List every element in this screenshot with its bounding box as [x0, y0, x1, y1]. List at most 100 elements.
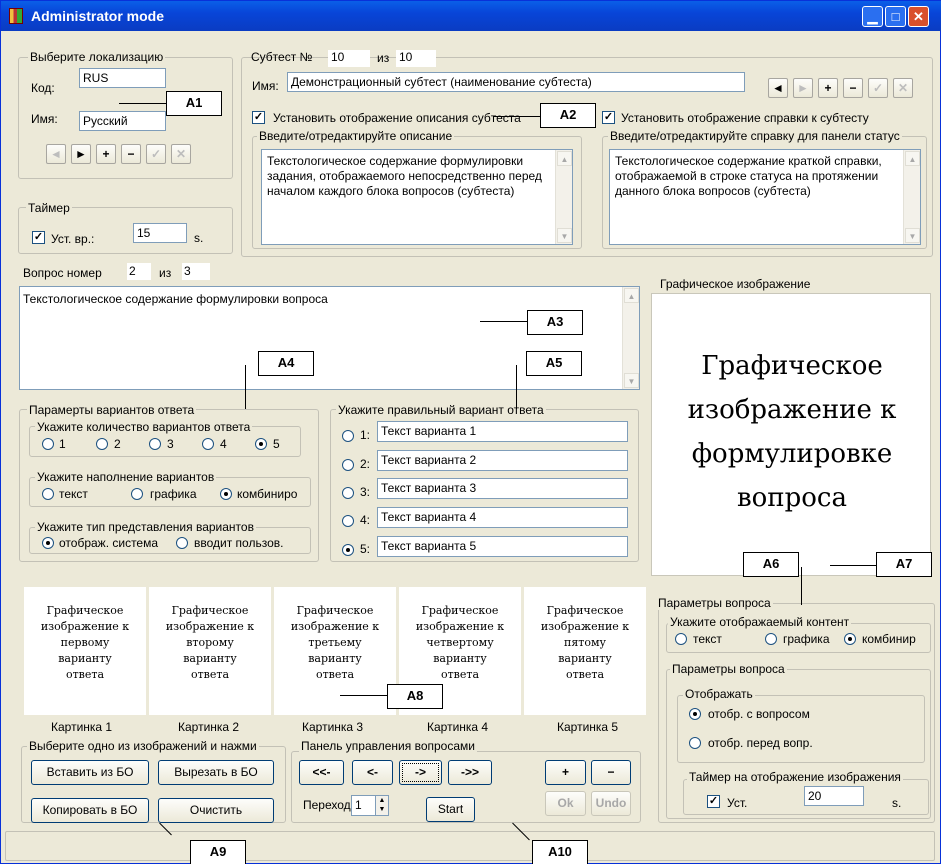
answer-image-line: варианту: [308, 652, 362, 665]
answer-input-3[interactable]: Текст варианта 3: [377, 478, 628, 499]
minimize-button[interactable]: ▁: [862, 6, 883, 27]
correct-num-4: 4:: [360, 513, 371, 527]
goto-spinner[interactable]: ▲ ▼: [375, 796, 388, 815]
maximize-button[interactable]: □: [885, 6, 906, 27]
clear-button[interactable]: Очистить: [158, 798, 274, 823]
correct-radio-1[interactable]: [342, 430, 354, 442]
help-textarea[interactable]: Текстологическое содержание краткой спра…: [609, 149, 921, 245]
question-number-input[interactable]: 2: [127, 263, 151, 280]
timer-checkbox[interactable]: ✓: [32, 231, 45, 244]
graphic-line: вопроса: [737, 483, 847, 513]
correct-radio-2[interactable]: [342, 459, 354, 471]
answer-image-2[interactable]: Графическое изображение к второму вариан…: [149, 587, 271, 715]
callout-a4: A4: [258, 351, 314, 376]
answer-input-2[interactable]: Текст варианта 2: [377, 450, 628, 471]
loc-ok-button[interactable]: ✓: [146, 144, 166, 164]
subtest-prev-button[interactable]: ◄: [768, 78, 788, 98]
first-question-button[interactable]: <<-: [299, 760, 344, 785]
fill-graphics-radio[interactable]: [131, 488, 143, 500]
subtest-next-button[interactable]: ►: [793, 78, 813, 98]
undo-button[interactable]: Undo: [591, 791, 631, 816]
with-question-radio[interactable]: [689, 708, 701, 720]
count-radio-2[interactable]: [96, 438, 108, 450]
prev-question-button[interactable]: <-: [352, 760, 393, 785]
type-user-label: вводит пользов.: [194, 536, 284, 550]
answer-image-line: изображение к: [165, 620, 255, 633]
img-timer-checkbox[interactable]: ✓: [707, 795, 720, 808]
subtest-remove-button[interactable]: −: [843, 78, 863, 98]
name-input[interactable]: Русский: [79, 111, 166, 131]
close-button[interactable]: ✕: [908, 6, 929, 27]
type-system-radio[interactable]: [42, 537, 54, 549]
answer-input-1[interactable]: Текст варианта 1: [377, 421, 628, 442]
copy-button[interactable]: Копировать в БО: [31, 798, 149, 823]
img-timer-input[interactable]: 20: [804, 786, 864, 806]
add-question-button[interactable]: +: [545, 760, 586, 785]
help-scrollbar[interactable]: ▲ ▼: [903, 150, 920, 244]
type-user-radio[interactable]: [176, 537, 188, 549]
count-radio-5[interactable]: [255, 438, 267, 450]
count-radio-4[interactable]: [202, 438, 214, 450]
answer-input-5[interactable]: Текст варианта 5: [377, 536, 628, 557]
count-radio-1[interactable]: [42, 438, 54, 450]
description-textarea[interactable]: Текстологическое содержание формулировки…: [261, 149, 573, 245]
question-graphic[interactable]: Графическое изображение к формулировке в…: [651, 293, 931, 576]
type-legend: Укажите тип представления вариантов: [35, 520, 256, 534]
subtest-ok-button[interactable]: ✓: [868, 78, 888, 98]
answer-image-line: изображение к: [290, 620, 380, 633]
question-params-legend: Параметры вопроса: [656, 596, 773, 610]
fill-text-label: текст: [59, 487, 88, 501]
remove-question-button[interactable]: −: [591, 760, 631, 785]
insert-button[interactable]: Вставить из БО: [31, 760, 149, 785]
loc-next-button[interactable]: ►: [71, 144, 91, 164]
type-system-label: отображ. система: [59, 536, 159, 550]
loc-prev-button[interactable]: ◄: [46, 144, 66, 164]
correct-num-2: 2:: [360, 457, 371, 471]
timer-input[interactable]: 15: [133, 223, 187, 243]
loc-remove-button[interactable]: −: [121, 144, 141, 164]
question-graphic-caption: Графическое изображение к формулировке в…: [652, 344, 932, 520]
content-graphics-radio[interactable]: [765, 633, 777, 645]
answer-image-line: варианту: [433, 652, 487, 665]
correct-radio-5[interactable]: [342, 544, 354, 556]
fill-text-radio[interactable]: [42, 488, 54, 500]
show-help-checkbox[interactable]: ✓: [602, 111, 615, 124]
answer-input-4[interactable]: Текст варианта 4: [377, 507, 628, 528]
subtest-add-button[interactable]: +: [818, 78, 838, 98]
show-description-checkbox[interactable]: ✓: [252, 111, 265, 124]
description-scrollbar[interactable]: ▲ ▼: [555, 150, 572, 244]
correct-radio-3[interactable]: [342, 487, 354, 499]
question-of-label: из: [159, 266, 172, 280]
subtest-legend: Субтест №: [249, 50, 314, 64]
subtest-cancel-button[interactable]: ✕: [893, 78, 913, 98]
next-question-button[interactable]: ->: [399, 760, 442, 785]
before-question-radio[interactable]: [689, 737, 701, 749]
correct-radio-4[interactable]: [342, 515, 354, 527]
answer-image-line: Графическое: [421, 604, 499, 617]
fill-graphics-label: графика: [150, 487, 197, 501]
content-text-radio[interactable]: [675, 633, 687, 645]
subtest-number-label: Субтест №: [251, 50, 313, 64]
loc-cancel-button[interactable]: ✕: [171, 144, 191, 164]
loc-add-button[interactable]: +: [96, 144, 116, 164]
cut-button[interactable]: Вырезать в БО: [158, 760, 274, 785]
subtest-number-input[interactable]: 10: [328, 50, 370, 67]
graphic-line: формулировке: [691, 439, 893, 469]
answer-image-1[interactable]: Графическое изображение к первому вариан…: [24, 587, 146, 715]
start-button[interactable]: Start: [426, 797, 475, 822]
goto-input[interactable]: 1 ▲ ▼: [351, 795, 389, 816]
count-radio-3[interactable]: [149, 438, 161, 450]
fill-combined-radio[interactable]: [220, 488, 232, 500]
answer-image-5[interactable]: Графическое изображение к пятому вариант…: [524, 587, 646, 715]
ok-button[interactable]: Ok: [545, 791, 586, 816]
last-question-button[interactable]: ->>: [448, 760, 492, 785]
answer-params-legend: Парамерты вариантов ответа: [27, 403, 197, 417]
question-panel-legend: Панель управления вопросами: [299, 739, 477, 753]
code-input[interactable]: RUS: [79, 68, 166, 88]
subtest-name-input[interactable]: Демонстрационный субтест (наименование с…: [287, 72, 745, 92]
correct-answer-legend: Укажите правильный вариант ответа: [336, 403, 546, 417]
graphic-line: изображение к: [687, 395, 897, 425]
callout-a1-line: [119, 103, 166, 104]
question-scrollbar[interactable]: ▲ ▼: [622, 287, 639, 389]
content-combined-radio[interactable]: [844, 633, 856, 645]
